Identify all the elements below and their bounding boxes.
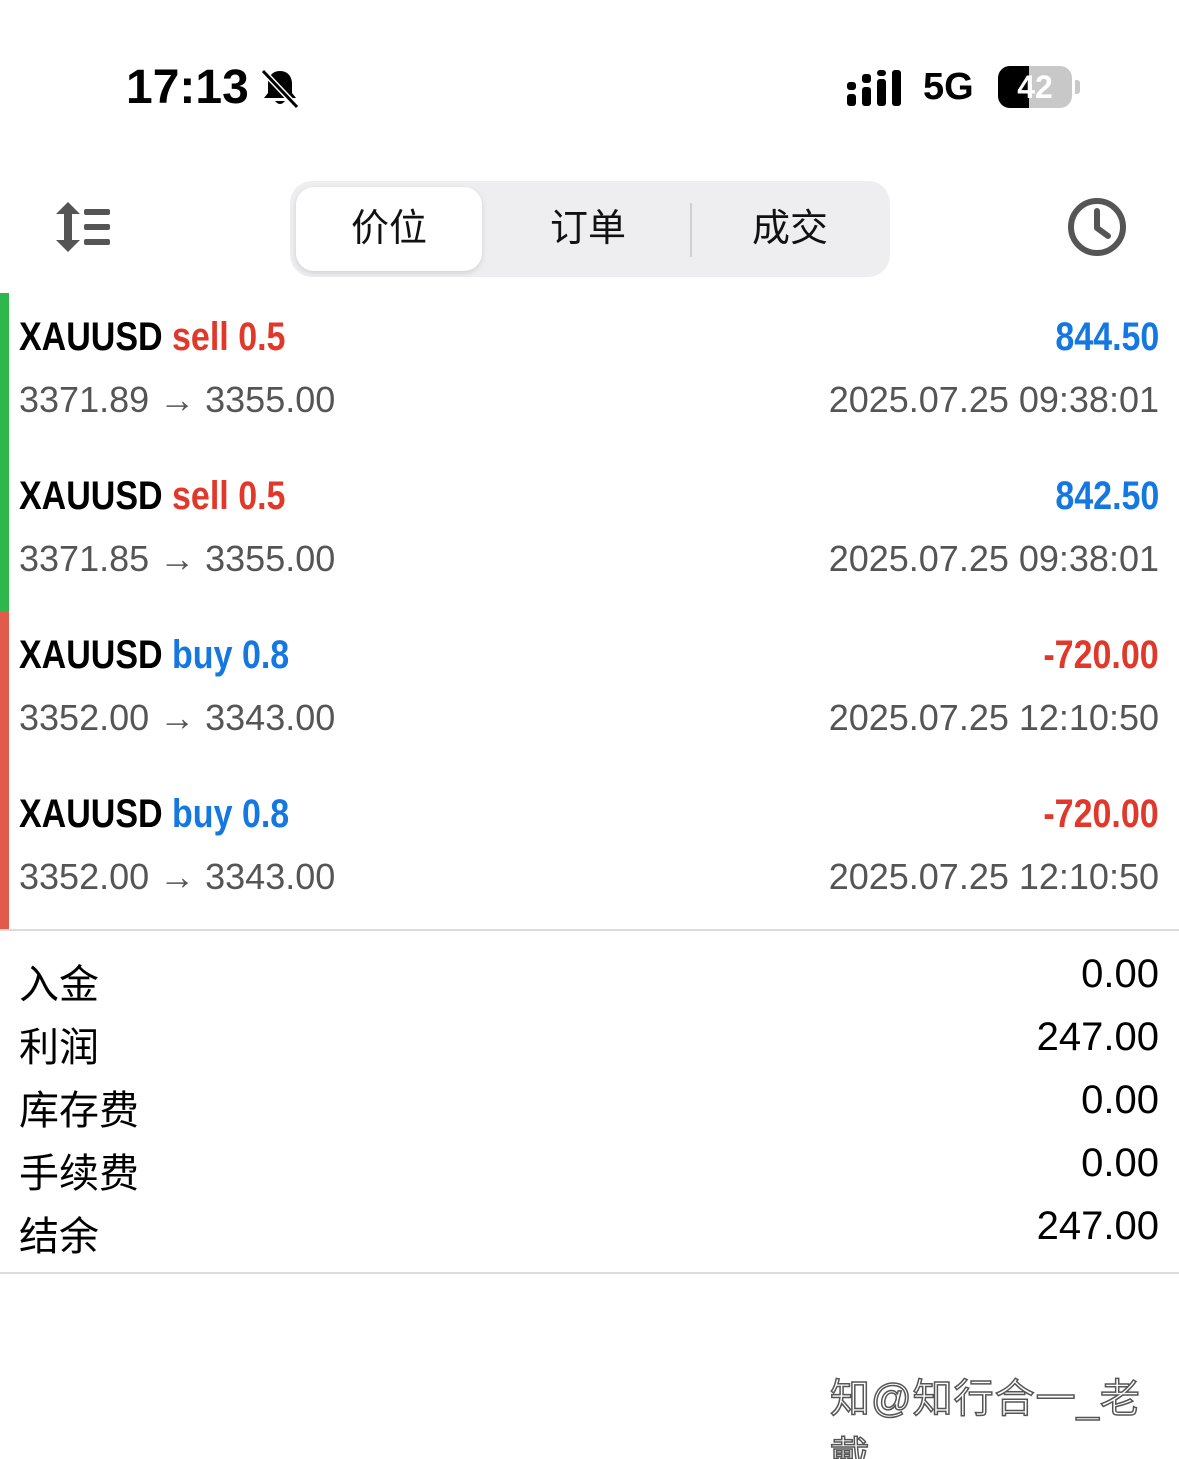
summary-label: 手续费 bbox=[19, 1152, 139, 1196]
summary-divider-top bbox=[0, 929, 1179, 931]
status-bar: 17:13 5G 42 bbox=[0, 0, 1179, 150]
deal-side: buy bbox=[172, 633, 233, 677]
bell-slash-icon bbox=[260, 68, 300, 110]
deal-profit: 842.50 bbox=[1055, 474, 1159, 518]
battery-level: 42 bbox=[1017, 69, 1053, 105]
deal-side: buy bbox=[172, 792, 233, 836]
segmented-control: 价位 订单 成交 bbox=[290, 181, 890, 277]
tab-orders[interactable]: 订单 bbox=[488, 187, 688, 271]
summary-row-balance: 结余 247.00 bbox=[0, 1204, 1179, 1264]
profit-indicator-bar bbox=[0, 452, 9, 611]
deal-row[interactable]: XAUUSD sell 0.5 842.50 3371.85 → 3355.00… bbox=[0, 452, 1179, 611]
deal-prices: 3371.89 → 3355.00 bbox=[19, 379, 336, 420]
summary-row-commission: 手续费 0.00 bbox=[0, 1141, 1179, 1201]
loss-indicator-bar bbox=[0, 611, 9, 770]
summary-value: 247.00 bbox=[1036, 1015, 1159, 1059]
summary-label: 入金 bbox=[19, 963, 99, 1007]
segment-divider bbox=[690, 203, 692, 257]
summary-label: 结余 bbox=[19, 1215, 99, 1259]
summary-divider-bottom bbox=[0, 1272, 1179, 1274]
deal-symbol-line: XAUUSD sell 0.5 bbox=[19, 474, 285, 519]
deal-side: sell bbox=[172, 474, 229, 518]
deal-profit: -720.00 bbox=[1043, 633, 1159, 677]
summary-value: 247.00 bbox=[1036, 1204, 1159, 1248]
summary-row-profit: 利润 247.00 bbox=[0, 1015, 1179, 1075]
deal-row[interactable]: XAUUSD buy 0.8 -720.00 3352.00 → 3343.00… bbox=[0, 611, 1179, 770]
deal-symbol-line: XAUUSD buy 0.8 bbox=[19, 792, 289, 837]
deal-time: 2025.07.25 12:10:50 bbox=[828, 856, 1159, 897]
summary-row-deposit: 入金 0.00 bbox=[0, 952, 1179, 1012]
summary-label: 利润 bbox=[19, 1026, 99, 1070]
tab-price[interactable]: 价位 bbox=[296, 187, 482, 271]
deal-profit: -720.00 bbox=[1043, 792, 1159, 836]
status-time: 17:13 bbox=[126, 61, 249, 114]
app-screen: 17:13 5G 42 价位 订单 成交 XAUUSD sell 0.5 844… bbox=[0, 0, 1179, 1459]
sort-list-icon[interactable] bbox=[52, 200, 114, 254]
deal-row[interactable]: XAUUSD buy 0.8 -720.00 3352.00 → 3343.00… bbox=[0, 770, 1179, 929]
profit-indicator-bar bbox=[0, 293, 9, 452]
deal-prices: 3352.00 → 3343.00 bbox=[19, 856, 336, 897]
deal-volume: 0.8 bbox=[241, 792, 290, 836]
deal-volume: 0.5 bbox=[238, 474, 286, 518]
battery-icon: 42 bbox=[998, 66, 1082, 110]
deal-symbol: XAUUSD bbox=[19, 792, 163, 836]
deal-symbol-line: XAUUSD sell 0.5 bbox=[19, 315, 285, 360]
signal-icon bbox=[847, 70, 901, 106]
summary-value: 0.00 bbox=[1081, 1078, 1159, 1122]
deal-time: 2025.07.25 09:38:01 bbox=[828, 379, 1159, 420]
deal-symbol-line: XAUUSD buy 0.8 bbox=[19, 633, 289, 678]
deal-time: 2025.07.25 09:38:01 bbox=[828, 538, 1159, 579]
tab-deals[interactable]: 成交 bbox=[692, 187, 888, 271]
watermark: 知@知行合一_老戴 bbox=[829, 1376, 1141, 1459]
deal-symbol: XAUUSD bbox=[19, 474, 163, 518]
deal-side: sell bbox=[172, 315, 229, 359]
deal-symbol: XAUUSD bbox=[19, 633, 163, 677]
summary-value: 0.00 bbox=[1081, 952, 1159, 996]
deal-row[interactable]: XAUUSD sell 0.5 844.50 3371.89 → 3355.00… bbox=[0, 293, 1179, 452]
deal-volume: 0.5 bbox=[238, 315, 286, 359]
deal-prices: 3371.85 → 3355.00 bbox=[19, 538, 336, 579]
deal-prices: 3352.00 → 3343.00 bbox=[19, 697, 336, 738]
deal-volume: 0.8 bbox=[241, 633, 290, 677]
summary-label: 库存费 bbox=[19, 1089, 139, 1133]
loss-indicator-bar bbox=[0, 770, 9, 929]
deal-time: 2025.07.25 12:10:50 bbox=[828, 697, 1159, 738]
deal-profit: 844.50 bbox=[1055, 315, 1159, 359]
summary-value: 0.00 bbox=[1081, 1141, 1159, 1185]
clock-icon[interactable] bbox=[1066, 196, 1128, 258]
deal-symbol: XAUUSD bbox=[19, 315, 163, 359]
summary-row-swap: 库存费 0.00 bbox=[0, 1078, 1179, 1138]
network-label: 5G bbox=[923, 66, 974, 108]
